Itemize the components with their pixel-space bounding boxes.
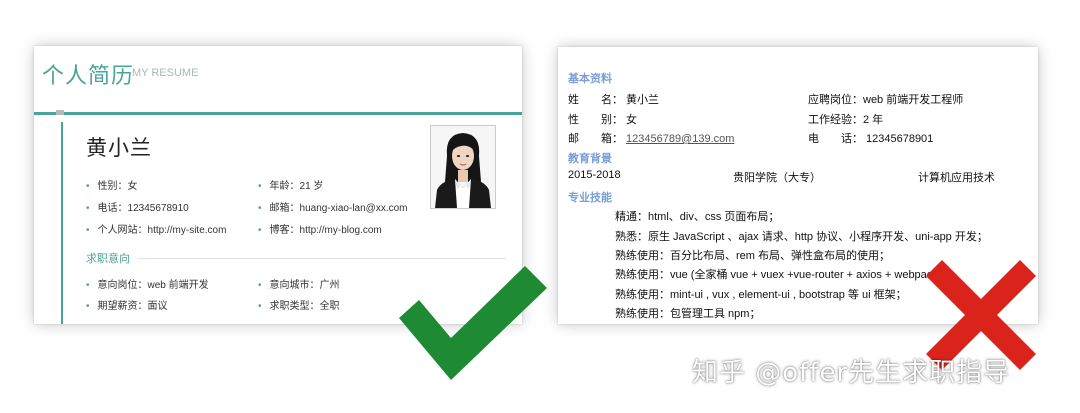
- basic-position: 应聘岗位：web 前端开发工程师: [808, 91, 963, 107]
- basic-experience: 工作经验：2 年: [808, 111, 883, 127]
- experience-label: 工作经验：: [808, 114, 863, 126]
- skill-item: 熟悉：原生 JavaScript 、ajax 请求、http 协议、小程序开发、…: [615, 231, 988, 243]
- info-blog: 博客：http://my-blog.com: [258, 221, 382, 236]
- heading-skills: 专业技能: [568, 191, 612, 204]
- skill-item: 熟练使用：包管理工具 npm；: [615, 308, 761, 320]
- intent-position: 意向岗位：web 前端开发: [86, 276, 209, 291]
- title-divider: [34, 112, 522, 115]
- intent-type: 求职类型：全职: [258, 297, 340, 312]
- phone-label: 电 话：: [808, 133, 863, 145]
- info-gender: 性别：女: [86, 177, 138, 192]
- resume-subtitle: MY RESUME: [132, 67, 199, 79]
- heading-education: 教育背景: [568, 152, 612, 165]
- intent-salary: 期望薪资：面议: [86, 297, 168, 312]
- edu-major: 计算机应用技术: [918, 172, 995, 184]
- info-website: 个人网站：http://my-site.com: [86, 221, 227, 236]
- basic-phone: 电 话： 12345678901: [808, 130, 933, 146]
- section-divider: [138, 258, 506, 259]
- intent-city: 意向城市：广州: [258, 276, 340, 291]
- info-age: 年龄：21 岁: [258, 177, 324, 192]
- skill-item: 熟练使用：mint-ui , vux , element-ui , bootst…: [615, 289, 907, 301]
- heading-basic-info: 基本资料: [568, 72, 612, 85]
- divider-tab: [56, 110, 64, 115]
- resume-title: 个人简历: [42, 64, 135, 89]
- phone-value: 12345678901: [866, 133, 934, 145]
- email-link[interactable]: 123456789@139.com: [626, 133, 734, 145]
- skill-item: 精通：html、div、css 页面布局；: [615, 211, 780, 223]
- gender-value: 女: [626, 114, 637, 126]
- basic-gender: 性 别：女: [568, 111, 637, 127]
- experience-value: 2 年: [863, 114, 884, 126]
- basic-name: 姓 名： 黄小兰: [568, 91, 659, 107]
- name-value: 黄小兰: [626, 94, 659, 106]
- skill-item: 熟练使用：vue (全家桶 vue + vuex +vue-router + a…: [615, 269, 956, 281]
- info-phone: 电话：12345678910: [86, 199, 189, 214]
- info-email: 邮箱：huang-xiao-lan@xx.com: [258, 199, 408, 214]
- edu-years: 2015-2018: [568, 169, 621, 181]
- gender-label: 性 别：: [568, 114, 623, 126]
- candidate-name: 黄小兰: [86, 136, 152, 160]
- skill-item: 熟练使用：百分比布局、rem 布局、弹性盒布局的使用；: [615, 250, 890, 262]
- watermark-text: 知乎 @offer先生求职指导: [692, 358, 1011, 388]
- section-job-intent: 求职意向: [86, 252, 130, 265]
- position-value: web 前端开发工程师: [863, 94, 964, 106]
- name-label: 姓 名：: [568, 94, 623, 106]
- position-label: 应聘岗位：: [808, 94, 863, 106]
- timeline-bar: [61, 122, 63, 324]
- edu-school: 贵阳学院（大专）: [733, 172, 821, 184]
- basic-email: 邮 箱： 123456789@139.com: [568, 130, 734, 146]
- profile-photo: [430, 125, 496, 209]
- check-icon: [399, 266, 547, 380]
- portrait-image: [431, 126, 495, 208]
- email-label: 邮 箱：: [568, 133, 623, 145]
